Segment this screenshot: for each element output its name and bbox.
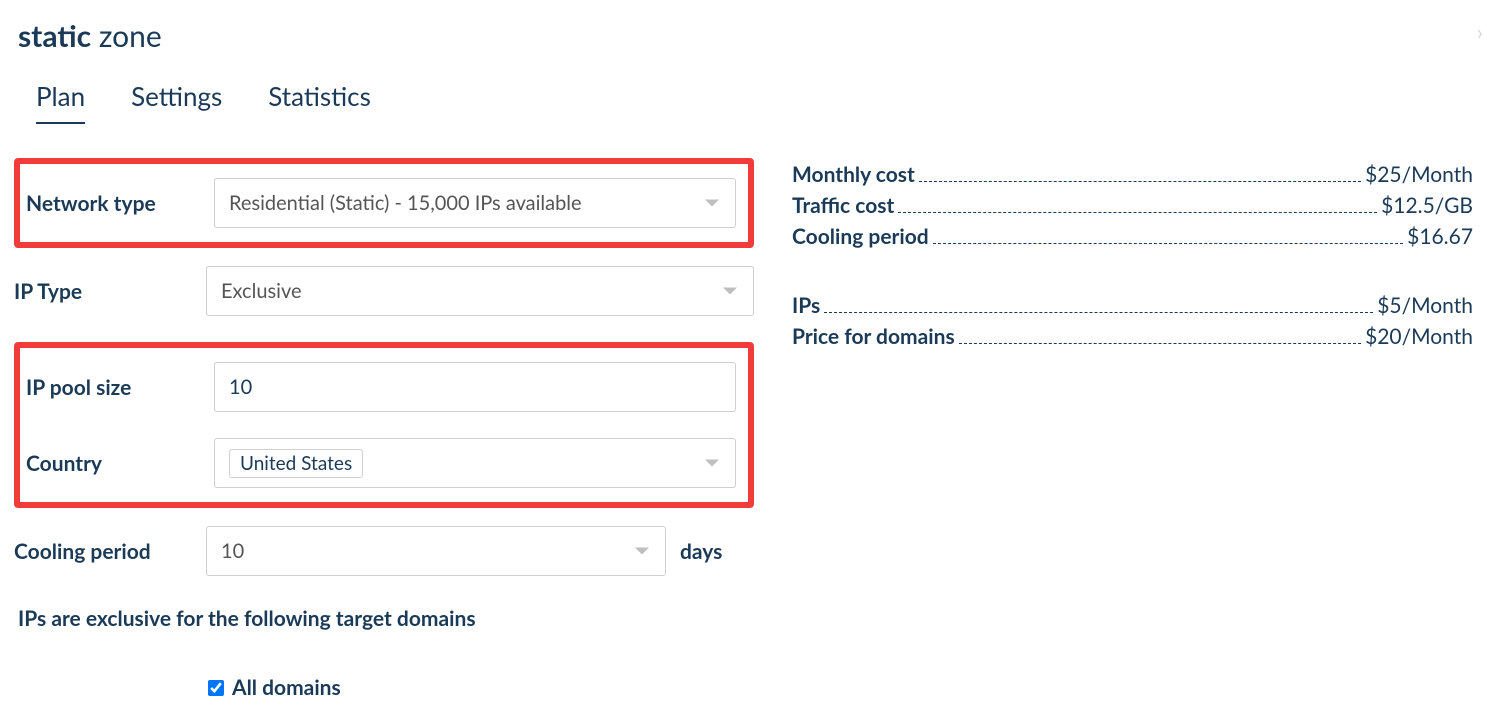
domains-heading: IPs are exclusive for the following targ…: [18, 606, 754, 631]
price-cooling: Cooling period $16.67: [792, 224, 1473, 249]
price-domains: Price for domains $20/Month: [792, 324, 1473, 349]
network-type-select[interactable]: Residential (Static) - 15,000 IPs availa…: [214, 178, 736, 228]
chevron-down-icon: [635, 548, 649, 555]
tab-settings[interactable]: Settings: [131, 80, 222, 124]
highlight-network-type: Network type Residential (Static) - 15,0…: [14, 158, 754, 248]
ip-pool-size-input[interactable]: 10: [214, 362, 736, 412]
chevron-down-icon: [723, 288, 737, 295]
tab-statistics[interactable]: Statistics: [268, 80, 371, 124]
country-select[interactable]: United States: [214, 438, 736, 488]
ip-type-value: Exclusive: [221, 279, 302, 303]
chevron-down-icon: [705, 200, 719, 207]
price-monthly: Monthly cost $25/Month: [792, 162, 1473, 187]
highlight-pool-country: IP pool size 10 Country United States: [14, 342, 754, 508]
ip-type-label: IP Type: [14, 279, 206, 304]
ip-pool-size-label: IP pool size: [22, 375, 214, 400]
cooling-period-unit: days: [680, 539, 722, 564]
cooling-period-label: Cooling period: [14, 539, 206, 564]
ip-type-select[interactable]: Exclusive: [206, 266, 754, 316]
country-value: United States: [229, 449, 363, 478]
page-title: static zone: [18, 18, 1473, 54]
cooling-period-value: 10: [221, 539, 244, 563]
chevron-down-icon: [705, 460, 719, 467]
tab-plan[interactable]: Plan: [36, 80, 85, 124]
price-ips: IPs $5/Month: [792, 293, 1473, 318]
price-summary: Monthly cost $25/Month Traffic cost $12.…: [792, 158, 1473, 700]
ip-pool-size-value: 10: [229, 375, 252, 399]
cooling-period-select[interactable]: 10: [206, 526, 666, 576]
network-type-value: Residential (Static) - 15,000 IPs availa…: [229, 191, 582, 215]
network-type-label: Network type: [22, 191, 214, 216]
price-traffic: Traffic cost $12.5/GB: [792, 193, 1473, 218]
country-label: Country: [22, 451, 214, 476]
tabs: Plan Settings Statistics: [36, 80, 1473, 124]
chevron-right-icon: ›: [1477, 18, 1483, 45]
